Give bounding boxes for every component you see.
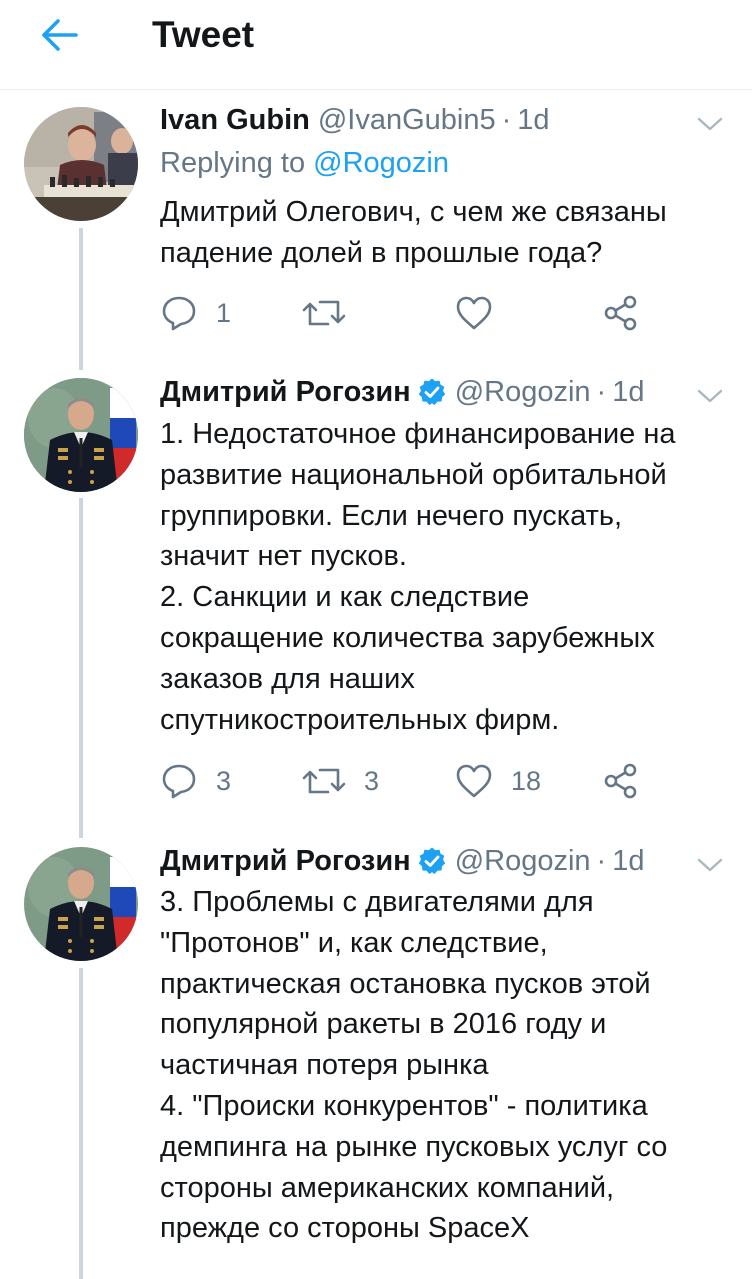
retweet-button[interactable]: 3 <box>302 761 379 801</box>
share-button[interactable] <box>602 293 640 333</box>
reply-button[interactable]: 1 <box>160 293 231 333</box>
chevron-down-icon <box>697 389 723 403</box>
retweet-icon <box>302 300 346 326</box>
tweet-header: Ivan Gubin @IvanGubin5 · 1d <box>160 100 550 140</box>
tweet-text: 1. Недостаточное финансирование на разви… <box>160 418 676 736</box>
tweet-menu-button[interactable] <box>690 378 730 414</box>
separator: · <box>596 844 607 877</box>
tweet-header: Дмитрий Рогозин @Rogozin · 1d <box>160 841 644 881</box>
back-button[interactable] <box>34 12 84 58</box>
like-button[interactable]: 18 <box>455 761 541 801</box>
tweet-menu-button[interactable] <box>690 106 730 142</box>
tweet-text: Дмитрий Олегович, с чем же связаны паден… <box>160 196 667 269</box>
share-icon <box>604 295 637 331</box>
verified-badge-icon <box>417 846 447 876</box>
separator: · <box>596 375 607 408</box>
replying-to: Replying to @Rogozin <box>160 143 449 183</box>
chevron-down-icon <box>697 858 723 872</box>
retweet-icon <box>302 768 346 794</box>
reply-icon <box>162 764 196 799</box>
author-handle[interactable]: @Rogozin <box>455 376 591 409</box>
author-handle[interactable]: @IvanGubin5 <box>318 104 496 137</box>
retweet-button[interactable] <box>302 293 364 333</box>
page-title: Tweet <box>152 14 255 55</box>
arrow-left-icon <box>42 19 78 51</box>
like-button[interactable] <box>455 293 511 333</box>
author-name[interactable]: Дмитрий Рогозин <box>160 376 411 409</box>
reply-count: 1 <box>216 297 232 328</box>
tweet-text: 3. Проблемы с двигателями для "Протонов"… <box>160 886 668 1245</box>
heart-icon <box>456 296 492 330</box>
avatar[interactable] <box>24 378 138 492</box>
thread-line <box>79 228 83 370</box>
chevron-down-icon <box>697 117 723 131</box>
reply-count: 3 <box>216 765 232 796</box>
tweet-header: Дмитрий Рогозин @Rogozin · 1d <box>160 372 644 412</box>
replying-to-mention[interactable]: @Rogozin <box>313 147 449 179</box>
retweet-count: 3 <box>364 765 380 796</box>
share-icon <box>604 763 637 799</box>
reply-button[interactable]: 3 <box>160 761 231 801</box>
thread-line <box>79 498 83 838</box>
separator: · <box>501 103 512 136</box>
author-handle[interactable]: @Rogozin <box>455 845 591 878</box>
avatar[interactable] <box>24 107 138 221</box>
heart-icon <box>456 764 492 798</box>
timestamp[interactable]: 1d <box>612 845 644 878</box>
timestamp[interactable]: 1d <box>612 376 644 409</box>
timestamp[interactable]: 1d <box>517 104 549 137</box>
share-button[interactable] <box>602 761 640 801</box>
replying-to-label: Replying to <box>160 147 306 179</box>
top-bar: Tweet <box>0 0 752 90</box>
verified-badge-icon <box>417 377 447 407</box>
avatar[interactable] <box>24 847 138 961</box>
author-name[interactable]: Дмитрий Рогозин <box>160 845 411 878</box>
thread-line <box>79 968 83 1279</box>
like-count: 18 <box>511 765 542 796</box>
reply-icon <box>162 296 196 331</box>
tweet-menu-button[interactable] <box>690 847 730 883</box>
author-name[interactable]: Ivan Gubin <box>160 104 310 137</box>
